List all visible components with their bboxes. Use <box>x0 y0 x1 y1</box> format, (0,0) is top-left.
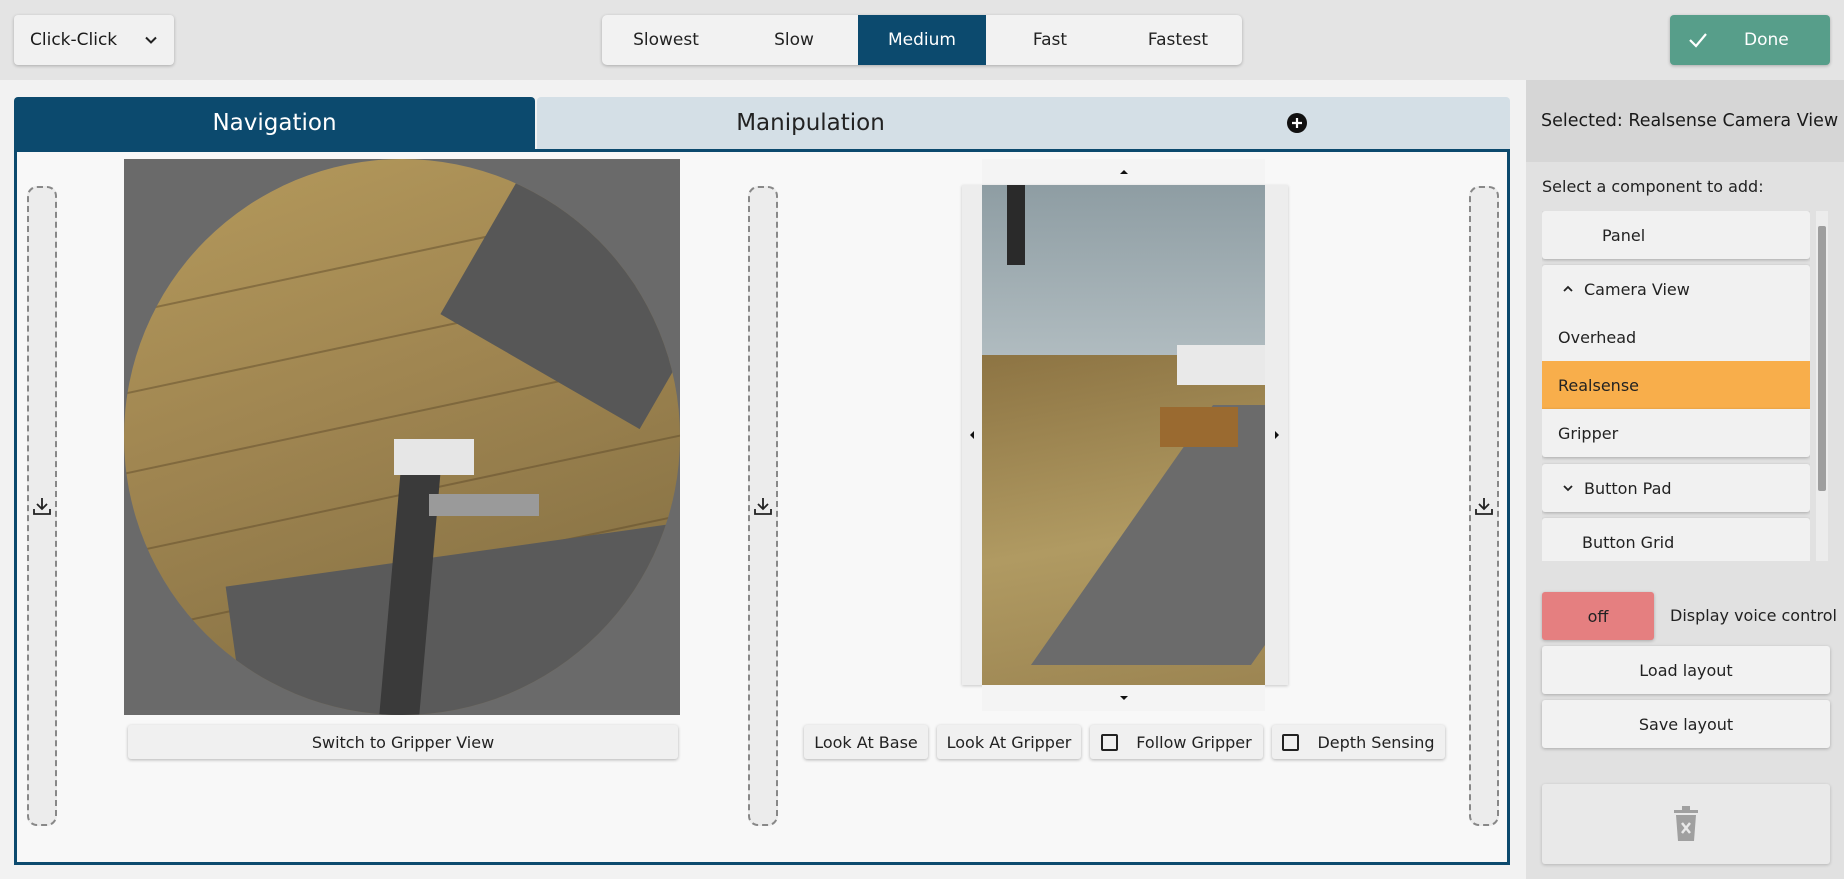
follow-gripper-toggle[interactable]: Follow Gripper <box>1090 725 1263 759</box>
done-label: Done <box>1744 30 1789 50</box>
component-button-grid[interactable]: Button Grid <box>1542 518 1810 561</box>
component-realsense[interactable]: Realsense <box>1542 361 1810 409</box>
tab-navigation[interactable]: Navigation <box>14 97 535 149</box>
voice-control-label: Display voice control <box>1670 606 1837 625</box>
chevron-down-icon <box>145 36 157 44</box>
pan-right-button[interactable] <box>1265 185 1288 685</box>
chevron-down-icon <box>1563 485 1573 492</box>
plus-circle-icon <box>1287 113 1307 133</box>
arrow-down-icon <box>1119 696 1128 700</box>
navigation-panel: Switch to Gripper View Look At Base Look… <box>14 149 1510 865</box>
save-layout-button[interactable]: Save layout <box>1542 700 1830 748</box>
arrow-right-icon <box>1274 431 1279 439</box>
switch-gripper-view-button[interactable]: Switch to Gripper View <box>128 725 678 759</box>
speed-medium-button[interactable]: Medium <box>858 15 986 65</box>
download-icon <box>754 498 772 515</box>
component-list-scroll-thumb[interactable] <box>1818 226 1826 491</box>
fisheye-camera-image <box>124 159 680 715</box>
speed-selector: Slowest Slow Medium Fast Fastest <box>602 15 1242 65</box>
add-tab-button[interactable] <box>1084 97 1510 149</box>
depth-sensing-label: Depth Sensing <box>1317 732 1435 752</box>
download-icon <box>33 498 51 515</box>
trash-icon <box>1674 806 1698 841</box>
arrow-left-icon <box>970 431 974 439</box>
pan-left-button[interactable] <box>962 185 982 685</box>
depth-sensing-toggle[interactable]: Depth Sensing <box>1272 725 1445 759</box>
tab-manipulation[interactable]: Manipulation <box>537 97 1084 149</box>
check-icon <box>1689 33 1707 48</box>
download-icon <box>1475 498 1493 515</box>
drop-zone-right[interactable] <box>1469 186 1499 826</box>
follow-gripper-checkbox[interactable] <box>1101 733 1119 751</box>
component-gripper[interactable]: Gripper <box>1542 409 1810 457</box>
depth-sensing-checkbox[interactable] <box>1282 733 1300 751</box>
component-camera-view[interactable]: Camera View <box>1542 265 1810 313</box>
component-overhead[interactable]: Overhead <box>1542 313 1810 361</box>
camera-view-label: Camera View <box>1584 279 1690 299</box>
realsense-camera-view[interactable] <box>982 185 1265 685</box>
pan-up-button[interactable] <box>982 159 1265 185</box>
look-at-gripper-button[interactable]: Look At Gripper <box>937 725 1081 759</box>
look-at-base-button[interactable]: Look At Base <box>804 725 928 759</box>
main-area: Navigation Manipulation Switch to Grippe… <box>0 80 1526 879</box>
sidebar-subtitle: Select a component to add: <box>1542 177 1764 196</box>
voice-control-toggle[interactable]: off <box>1542 592 1654 640</box>
speed-slow-button[interactable]: Slow <box>730 15 858 65</box>
arrow-up-icon <box>1119 170 1128 174</box>
speed-fastest-button[interactable]: Fastest <box>1114 15 1242 65</box>
sidebar-title: Selected: Realsense Camera View <box>1526 80 1844 162</box>
component-button-pad[interactable]: Button Pad <box>1542 464 1810 512</box>
component-panel[interactable]: Panel <box>1542 211 1810 259</box>
mode-select[interactable]: Click-Click <box>14 15 174 65</box>
drop-zone-middle[interactable] <box>748 186 778 826</box>
pan-down-button[interactable] <box>982 685 1265 711</box>
follow-gripper-label: Follow Gripper <box>1136 732 1252 752</box>
chevron-up-icon <box>1563 285 1573 292</box>
navigation-camera-view[interactable] <box>124 159 680 715</box>
component-list: Panel Camera View Overhead Realsense Gri… <box>1542 211 1810 561</box>
button-pad-label: Button Pad <box>1584 478 1672 498</box>
mode-select-value: Click-Click <box>30 30 118 50</box>
done-button[interactable]: Done <box>1670 15 1830 65</box>
component-sidebar: Selected: Realsense Camera View Select a… <box>1526 80 1844 879</box>
delete-drop-zone[interactable] <box>1542 784 1830 864</box>
speed-fast-button[interactable]: Fast <box>986 15 1114 65</box>
tab-bar: Navigation Manipulation <box>14 97 1510 149</box>
speed-slowest-button[interactable]: Slowest <box>602 15 730 65</box>
drop-zone-left[interactable] <box>27 186 57 826</box>
load-layout-button[interactable]: Load layout <box>1542 646 1830 694</box>
